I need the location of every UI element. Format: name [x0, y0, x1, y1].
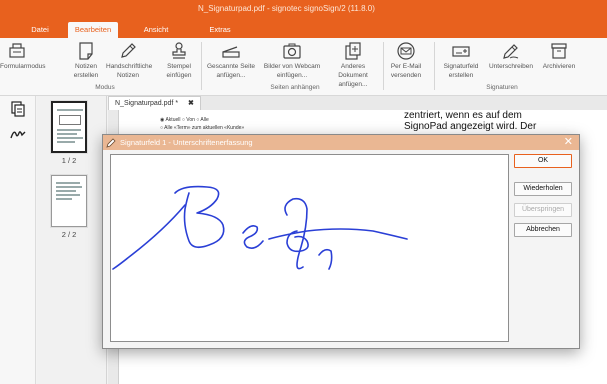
ribbon-separator [434, 42, 435, 90]
page-thumbnail-1[interactable] [51, 101, 87, 153]
archive-button[interactable]: Archivieren [538, 38, 580, 86]
cancel-button[interactable]: Abbrechen [514, 223, 572, 237]
window-title: N_Signaturpad.pdf - signotec signoSign/2… [198, 4, 375, 13]
send-email-button[interactable]: Per E-Mail versenden [386, 38, 426, 86]
group-label-signaturen: Signaturen [486, 84, 518, 91]
stamp-icon [169, 41, 189, 61]
webcam-images-label: Bilder von Webcam einfügen... [263, 63, 321, 79]
sign-pen-icon [501, 41, 521, 61]
dialog-title: Signaturfeld 1 - Unterschriftenerfassung [120, 138, 253, 147]
scanned-page-label: Gescannte Seite anfügen... [206, 63, 256, 79]
repeat-button[interactable]: Wiederholen [514, 182, 572, 196]
note-icon [76, 41, 96, 61]
insert-stamp-label: Stempel einfügen [166, 63, 192, 79]
scanner-icon [221, 41, 241, 61]
form-mode-label: Formularmodus [0, 63, 46, 70]
scanned-page-button[interactable]: Gescannte Seite anfügen... [204, 38, 258, 86]
sign-button[interactable]: Unterschreiben [486, 38, 536, 86]
page-thumbnail-2[interactable] [51, 175, 87, 227]
signature-canvas[interactable] [110, 154, 509, 342]
archive-label: Archivieren [542, 63, 576, 70]
tab-datei[interactable]: Datei [20, 22, 60, 38]
ribbon: Formularmodus Notizen erstellen Handschr… [0, 38, 607, 96]
page-thumbnail-label: 2 / 2 [61, 230, 77, 239]
document-text-line: zentriert, wenn es auf dem [404, 110, 522, 121]
archive-icon [549, 41, 569, 61]
close-icon[interactable]: ✕ [564, 135, 573, 150]
signature-pen-icon [106, 138, 116, 148]
thumbnail-panel: 1 / 2 2 / 2 [37, 96, 107, 384]
signature-capture-dialog: Signaturfeld 1 - Unterschriftenerfassung… [102, 134, 580, 349]
add-document-icon [343, 41, 363, 61]
ribbon-separator [201, 42, 202, 90]
ok-button[interactable]: OK [514, 154, 572, 168]
menu-tabs: Datei Bearbeiten Ansicht Extras [0, 22, 607, 38]
form-mode-button[interactable]: Formularmodus [0, 38, 46, 86]
app-window: N_Signaturpad.pdf - signotec signoSign/2… [0, 0, 607, 384]
signature-field-icon [451, 41, 471, 61]
sign-label: Unterschreiben [488, 63, 534, 70]
tab-bearbeiten[interactable]: Bearbeiten [68, 22, 118, 38]
close-icon[interactable]: ✖ [188, 100, 194, 107]
signature-ink [112, 185, 408, 270]
skip-button[interactable]: Überspringen [514, 203, 572, 217]
other-document-button[interactable]: Anderes Dokument anfügen... [326, 38, 380, 88]
dialog-title-bar: Signaturfeld 1 - Unterschriftenerfassung… [103, 135, 579, 150]
document-radio-line: ◉ Aktuell ○ Von ○ Alle [160, 117, 209, 123]
camera-icon [282, 41, 302, 61]
create-note-label: Notizen erstellen [73, 63, 99, 79]
tab-extras[interactable]: Extras [200, 22, 240, 38]
group-label-modus: Modus [95, 84, 115, 91]
handwritten-notes-button[interactable]: Handschriftliche Notizen [106, 38, 153, 86]
handwritten-notes-label: Handschriftliche Notizen [106, 63, 153, 79]
create-signature-field-label: Signaturfeld erstellen [443, 63, 479, 79]
send-email-label: Per E-Mail versenden [390, 63, 422, 79]
form-icon [7, 41, 27, 61]
pages-icon[interactable] [10, 101, 26, 117]
create-signature-field-button[interactable]: Signaturfeld erstellen [438, 38, 484, 86]
document-tab-label: N_Signaturpad.pdf * [115, 100, 179, 107]
left-tool-strip [0, 96, 36, 384]
ribbon-separator [383, 42, 384, 90]
pen-icon [118, 41, 138, 61]
webcam-images-button[interactable]: Bilder von Webcam einfügen... [260, 38, 324, 86]
group-label-seiten-anhaengen: Seiten anhängen [270, 84, 320, 91]
page-thumbnail-label: 1 / 2 [61, 156, 77, 165]
email-icon [396, 41, 416, 61]
document-text-line: SignoPad angezeigt wird. Der [404, 121, 537, 132]
create-note-button[interactable]: Notizen erstellen [70, 38, 102, 86]
signature-icon[interactable] [10, 126, 26, 142]
title-bar: N_Signaturpad.pdf - signotec signoSign/2… [0, 0, 607, 22]
document-option-line: ○ Alle «Term» zum aktuellen «Kunde» [160, 125, 245, 131]
tab-ansicht[interactable]: Ansicht [136, 22, 176, 38]
document-tab[interactable]: N_Signaturpad.pdf * ✖ [108, 96, 201, 110]
insert-stamp-button[interactable]: Stempel einfügen [160, 38, 198, 86]
